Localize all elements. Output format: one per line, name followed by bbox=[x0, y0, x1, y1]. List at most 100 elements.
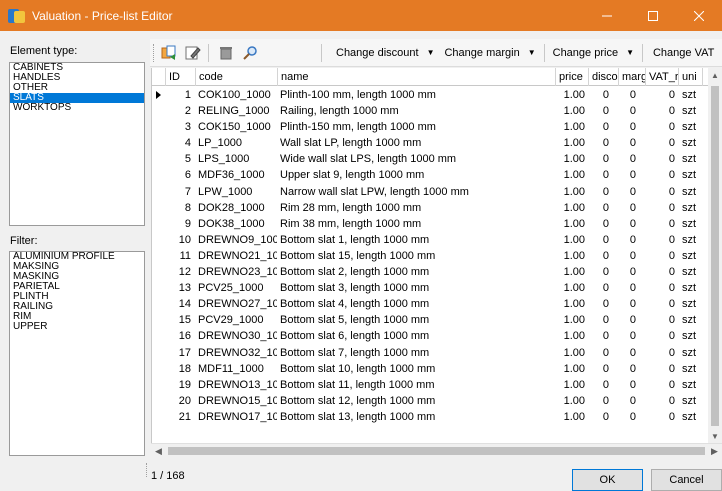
cell-id[interactable]: 15 bbox=[166, 312, 196, 328]
cell-name[interactable]: Rim 38 mm, length 1000 mm bbox=[278, 216, 556, 232]
table-row[interactable]: 14DREWNO27_1000Bottom slat 4, length 100… bbox=[152, 296, 709, 312]
cell-unit[interactable]: szt bbox=[679, 232, 705, 248]
maximize-button[interactable] bbox=[630, 0, 676, 31]
cell-vat-rate[interactable]: 0 bbox=[646, 409, 679, 425]
copy-button[interactable] bbox=[158, 42, 180, 64]
cell-margin[interactable]: 0 bbox=[619, 184, 646, 200]
cell-discount[interactable]: 0 bbox=[589, 151, 619, 167]
cell-price[interactable]: 1.00 bbox=[556, 296, 589, 312]
table-row[interactable]: 12DREWNO23_1000Bottom slat 2, length 100… bbox=[152, 264, 709, 280]
cell-name[interactable]: Bottom slat 6, length 1000 mm bbox=[278, 328, 556, 344]
cell-vat-rate[interactable]: 0 bbox=[646, 393, 679, 409]
cell-margin[interactable]: 0 bbox=[619, 264, 646, 280]
change-discount-dropdown[interactable]: Change discount ▼ bbox=[336, 47, 434, 59]
cell-margin[interactable]: 0 bbox=[619, 345, 646, 361]
cell-id[interactable]: 1 bbox=[166, 87, 196, 103]
cancel-button[interactable]: Cancel bbox=[651, 469, 722, 491]
cell-code[interactable]: COK150_1000 bbox=[196, 119, 278, 135]
ok-button[interactable]: OK bbox=[572, 469, 643, 491]
cell-name[interactable]: Bottom slat 4, length 1000 mm bbox=[278, 296, 556, 312]
cell-discount[interactable]: 0 bbox=[589, 296, 619, 312]
cell-vat-rate[interactable]: 0 bbox=[646, 119, 679, 135]
cell-id[interactable]: 21 bbox=[166, 409, 196, 425]
cell-name[interactable]: Bottom slat 3, length 1000 mm bbox=[278, 280, 556, 296]
table-row[interactable]: 3 COK150_1000 Plinth-150 mm, length 1000 m… bbox=[152, 119, 709, 135]
scroll-up-icon[interactable]: ▲ bbox=[708, 68, 722, 82]
cell-price[interactable]: 1.00 bbox=[556, 119, 589, 135]
cell-code[interactable]: LP_1000 bbox=[196, 135, 278, 151]
cell-id[interactable]: 20 bbox=[166, 393, 196, 409]
cell-margin[interactable]: 0 bbox=[619, 87, 646, 103]
cell-unit[interactable]: szt bbox=[679, 377, 705, 393]
cell-discount[interactable]: 0 bbox=[589, 232, 619, 248]
cell-unit[interactable]: szt bbox=[679, 87, 705, 103]
cell-unit[interactable]: szt bbox=[679, 103, 705, 119]
cell-discount[interactable]: 0 bbox=[589, 103, 619, 119]
vertical-scrollbar[interactable]: ▲ ▼ bbox=[708, 68, 722, 443]
table-row[interactable]: 10 DREWNO9_1000 Bottom slat 1, length 1000… bbox=[152, 232, 709, 248]
column-header-vat-rate[interactable]: VAT_ra bbox=[646, 68, 679, 86]
cell-unit[interactable]: szt bbox=[679, 328, 705, 344]
delete-button[interactable] bbox=[215, 42, 237, 64]
cell-discount[interactable]: 0 bbox=[589, 328, 619, 344]
cell-name[interactable]: Bottom slat 7, length 1000 mm bbox=[278, 345, 556, 361]
cell-unit[interactable]: szt bbox=[679, 184, 705, 200]
cell-unit[interactable]: szt bbox=[679, 264, 705, 280]
element-type-item[interactable]: WORKTOPS bbox=[10, 103, 144, 113]
scroll-right-icon[interactable]: ▶ bbox=[707, 444, 722, 459]
cell-margin[interactable]: 0 bbox=[619, 200, 646, 216]
cell-vat-rate[interactable]: 0 bbox=[646, 135, 679, 151]
cell-discount[interactable]: 0 bbox=[589, 361, 619, 377]
cell-margin[interactable]: 0 bbox=[619, 248, 646, 264]
cell-id[interactable]: 6 bbox=[166, 167, 196, 183]
table-row[interactable]: 19DREWNO13_1000Bottom slat 11, length 10… bbox=[152, 377, 709, 393]
cell-discount[interactable]: 0 bbox=[589, 345, 619, 361]
cell-price[interactable]: 1.00 bbox=[556, 345, 589, 361]
cell-price[interactable]: 1.00 bbox=[556, 167, 589, 183]
cell-unit[interactable]: szt bbox=[679, 361, 705, 377]
cell-name[interactable]: Bottom slat 10, length 1000 mm bbox=[278, 361, 556, 377]
cell-price[interactable]: 1.00 bbox=[556, 248, 589, 264]
close-button[interactable] bbox=[676, 0, 722, 31]
cell-discount[interactable]: 0 bbox=[589, 264, 619, 280]
cell-margin[interactable]: 0 bbox=[619, 280, 646, 296]
cell-name[interactable]: Wide wall slat LPS, length 1000 mm bbox=[278, 151, 556, 167]
cell-code[interactable]: DREWNO32_1000 bbox=[196, 345, 278, 361]
column-header-id[interactable]: ID bbox=[166, 68, 196, 86]
cell-discount[interactable]: 0 bbox=[589, 280, 619, 296]
cell-id[interactable]: 13 bbox=[166, 280, 196, 296]
cell-unit[interactable]: szt bbox=[679, 409, 705, 425]
table-row[interactable]: 17DREWNO32_1000Bottom slat 7, length 100… bbox=[152, 345, 709, 361]
cell-margin[interactable]: 0 bbox=[619, 296, 646, 312]
cell-discount[interactable]: 0 bbox=[589, 135, 619, 151]
cell-name[interactable]: Narrow wall slat LPW, length 1000 mm bbox=[278, 184, 556, 200]
cell-name[interactable]: Wall slat LP, length 1000 mm bbox=[278, 135, 556, 151]
panel-splitter[interactable] bbox=[146, 40, 150, 458]
cell-unit[interactable]: szt bbox=[679, 296, 705, 312]
cell-price[interactable]: 1.00 bbox=[556, 216, 589, 232]
table-row[interactable]: 7 LPW_1000 Narrow wall slat LPW, length 10… bbox=[152, 184, 709, 200]
cell-name[interactable]: Upper slat 9, length 1000 mm bbox=[278, 167, 556, 183]
cell-discount[interactable]: 0 bbox=[589, 87, 619, 103]
cell-name[interactable]: Bottom slat 5, length 1000 mm bbox=[278, 312, 556, 328]
change-margin-dropdown[interactable]: Change margin ▼ bbox=[444, 47, 535, 59]
cell-price[interactable]: 1.00 bbox=[556, 232, 589, 248]
cell-margin[interactable]: 0 bbox=[619, 409, 646, 425]
cell-code[interactable]: PCV29_1000 bbox=[196, 312, 278, 328]
cell-code[interactable]: DREWNO15_1000 bbox=[196, 393, 278, 409]
cell-discount[interactable]: 0 bbox=[589, 200, 619, 216]
cell-name[interactable]: Bottom slat 1, length 1000 mm bbox=[278, 232, 556, 248]
cell-margin[interactable]: 0 bbox=[619, 312, 646, 328]
cell-unit[interactable]: szt bbox=[679, 393, 705, 409]
cell-margin[interactable]: 0 bbox=[619, 328, 646, 344]
cell-price[interactable]: 1.00 bbox=[556, 151, 589, 167]
cell-code[interactable]: LPS_1000 bbox=[196, 151, 278, 167]
cell-id[interactable]: 10 bbox=[166, 232, 196, 248]
cell-id[interactable]: 11 bbox=[166, 248, 196, 264]
toolbar-grip[interactable] bbox=[153, 43, 156, 62]
cell-code[interactable]: MDF11_1000 bbox=[196, 361, 278, 377]
column-header-margin[interactable]: margir bbox=[619, 68, 646, 86]
cell-code[interactable]: MDF36_1000 bbox=[196, 167, 278, 183]
cell-unit[interactable]: szt bbox=[679, 280, 705, 296]
cell-code[interactable]: DREWNO23_1000 bbox=[196, 264, 278, 280]
